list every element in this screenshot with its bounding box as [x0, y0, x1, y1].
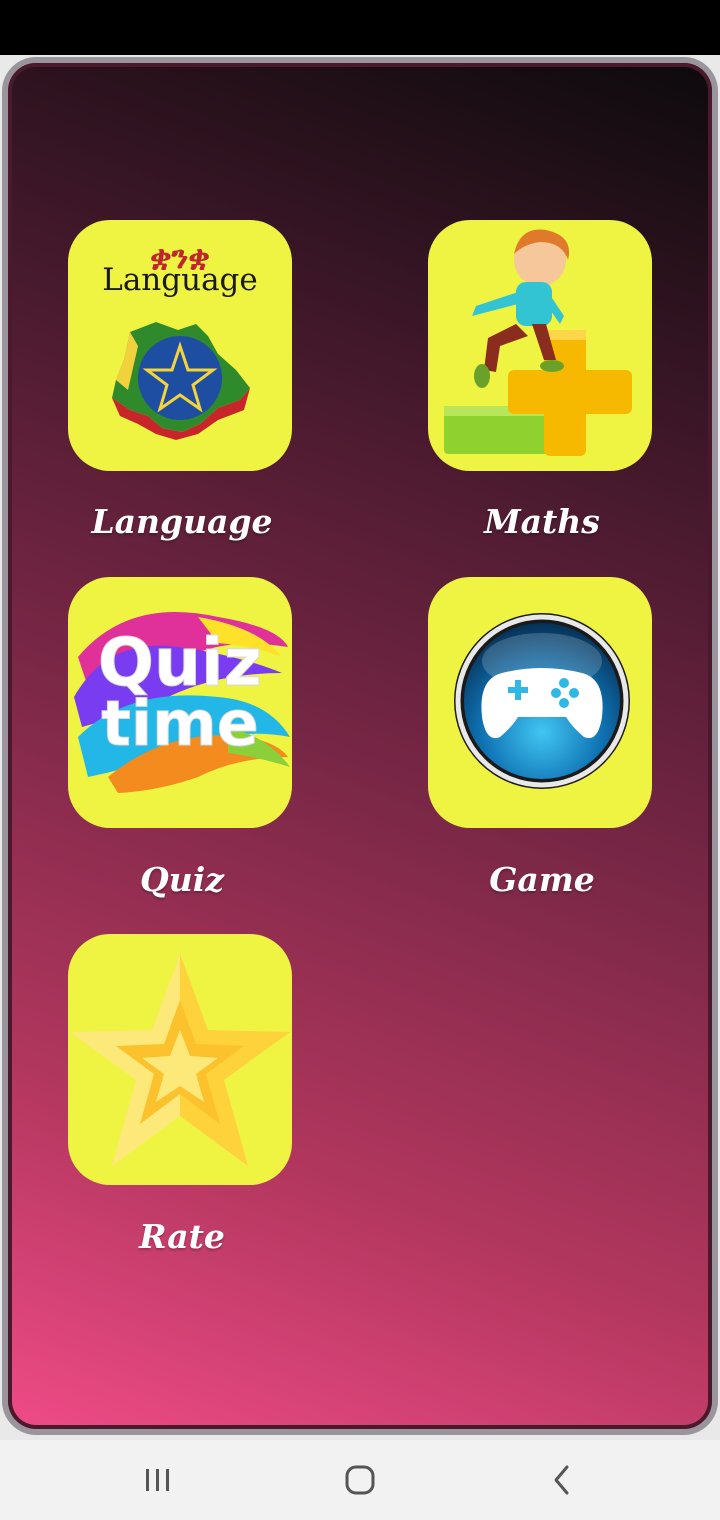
back-icon [554, 1465, 569, 1495]
home-icon [345, 1465, 375, 1495]
maths-label: Maths [484, 502, 600, 541]
language-tile-text: Language [102, 262, 258, 298]
language-tile[interactable]: ቋንቋ Language [68, 220, 292, 471]
quiz-tile[interactable]: Quiz time [68, 577, 292, 828]
home-button[interactable] [330, 1454, 390, 1506]
rate-label: Rate [139, 1217, 225, 1256]
game-tile[interactable] [428, 577, 652, 828]
maths-tile[interactable] [428, 220, 652, 471]
time-tile-text: time [101, 687, 259, 760]
ethiopia-map-icon: ቋንቋ Language [102, 238, 258, 440]
language-label: Language [91, 502, 273, 541]
quiz-time-icon: Quiz time [74, 612, 290, 793]
navigation-bar [0, 1440, 720, 1520]
recents-button[interactable] [128, 1454, 188, 1506]
back-button[interactable] [532, 1454, 592, 1506]
child-plus-sign-icon [444, 229, 632, 456]
rate-tile[interactable] [68, 934, 292, 1185]
game-label: Game [489, 860, 595, 899]
quiz-label: Quiz [139, 860, 224, 899]
star-icon [70, 954, 290, 1166]
recents-icon [146, 1469, 169, 1491]
gamepad-icon [454, 613, 630, 789]
status-bar [0, 0, 720, 55]
